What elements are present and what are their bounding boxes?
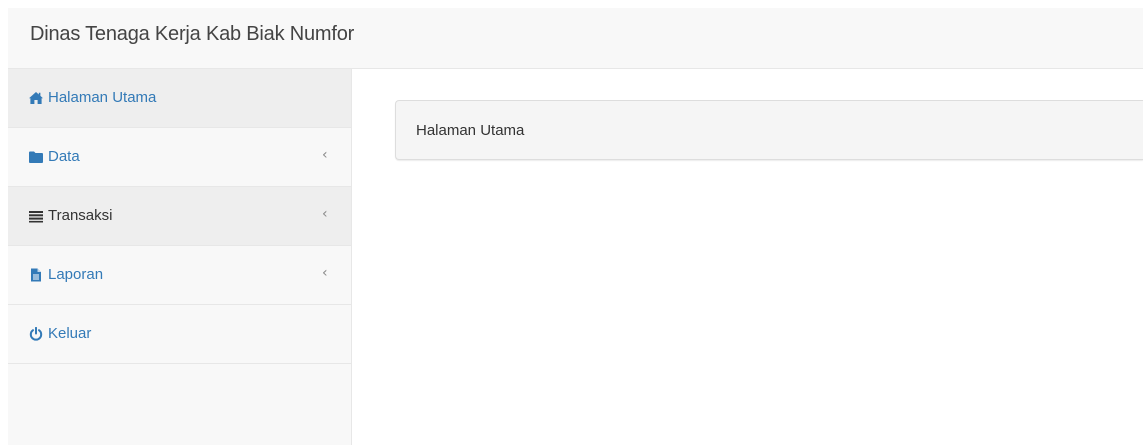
chevron-left-icon: ‹ bbox=[322, 147, 328, 163]
sidebar-item-transaksi[interactable]: Transaksi ‹ bbox=[8, 187, 351, 246]
power-icon bbox=[28, 326, 44, 341]
sidebar-item-laporan[interactable]: Laporan ‹ bbox=[8, 246, 351, 305]
sidebar-item-label: Transaksi bbox=[48, 207, 113, 224]
folder-icon bbox=[28, 150, 44, 164]
sidebar-item-label: Laporan bbox=[48, 266, 104, 283]
page-panel-heading: Halaman Utama bbox=[395, 100, 1143, 160]
sidebar: Halaman Utama Data ‹ Transaksi ‹ Laporan… bbox=[8, 69, 352, 445]
app-brand-title[interactable]: Dinas Tenaga Kerja Kab Biak Numfor bbox=[30, 23, 354, 46]
sidebar-item-keluar[interactable]: Keluar bbox=[8, 305, 351, 364]
page-title: Halaman Utama bbox=[416, 122, 525, 139]
sidebar-item-data[interactable]: Data ‹ bbox=[8, 128, 351, 187]
file-icon bbox=[28, 268, 44, 282]
list-icon bbox=[28, 209, 44, 223]
chevron-left-icon: ‹ bbox=[322, 206, 328, 222]
sidebar-item-label: Halaman Utama bbox=[48, 89, 157, 106]
sidebar-item-halaman-utama[interactable]: Halaman Utama bbox=[8, 69, 351, 128]
sidebar-item-label: Keluar bbox=[48, 325, 92, 342]
sidebar-item-label: Data bbox=[48, 148, 80, 165]
home-icon bbox=[28, 91, 44, 105]
top-navbar: Dinas Tenaga Kerja Kab Biak Numfor bbox=[8, 8, 1143, 69]
chevron-left-icon: ‹ bbox=[322, 265, 328, 281]
